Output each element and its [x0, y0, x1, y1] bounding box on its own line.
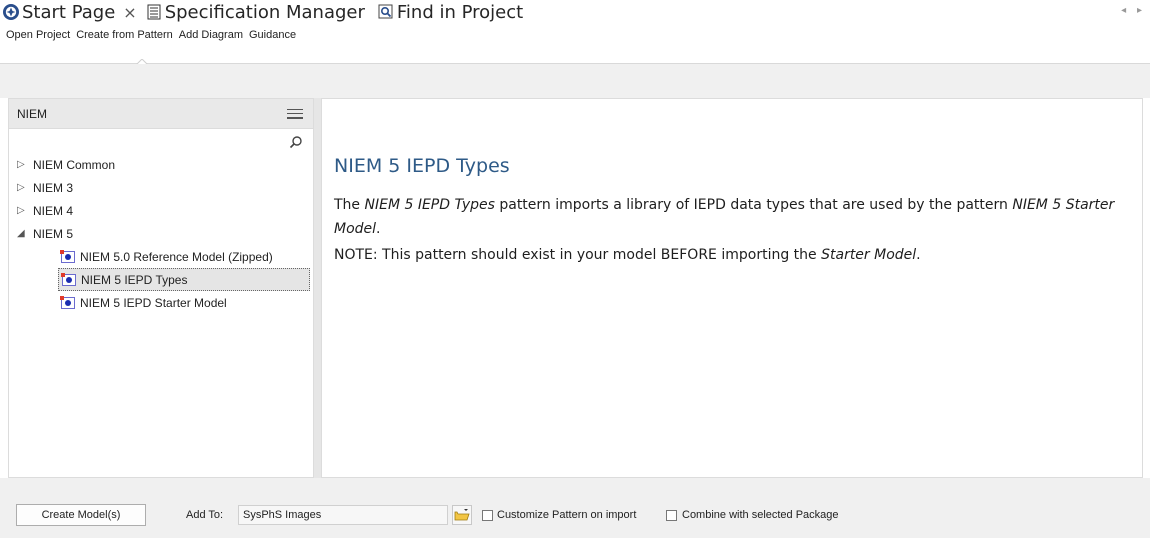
note-paragraph: NOTE: This pattern should exist in your … [334, 243, 1134, 267]
tree-node-label: NIEM 4 [33, 203, 74, 218]
tree-node-niem-5[interactable]: ◢ NIEM 5 [9, 222, 313, 245]
tree-item-label: NIEM 5.0 Reference Model (Zipped) [80, 249, 273, 264]
tab-specification-manager[interactable]: Specification Manager [143, 0, 375, 24]
pattern-description-panel: NIEM 5 IEPD Types The NIEM 5 IEPD Types … [321, 98, 1143, 478]
tree-header: NIEM [9, 99, 313, 129]
search-icon[interactable] [289, 135, 303, 149]
tab-label: Find in Project [396, 1, 524, 23]
tab-bar: Start Page × Specification Manager Find … [0, 0, 1150, 24]
combine-package-checkbox[interactable] [666, 510, 677, 521]
add-to-field[interactable]: SysPhS Images [238, 505, 448, 525]
pane-splitter[interactable] [314, 98, 321, 478]
text: . [376, 221, 381, 237]
customize-pattern-checkbox[interactable] [482, 510, 493, 521]
pattern-tree-panel: NIEM ▷ NIEM Common ▷ NIEM 3 ▷ NIEM 4 ◢ N… [8, 98, 314, 478]
text: The [334, 197, 365, 213]
tree-node-niem-3[interactable]: ▷ NIEM 3 [9, 176, 313, 199]
tree-node-label: NIEM 3 [33, 180, 74, 195]
tree-item-label: NIEM 5 IEPD Starter Model [80, 295, 227, 310]
guidance-link[interactable]: Guidance [246, 27, 299, 43]
text: NOTE: This pattern should exist in your … [334, 247, 822, 263]
tree-node-niem-common[interactable]: ▷ NIEM Common [9, 153, 313, 176]
tab-label: Start Page [22, 1, 116, 23]
start-page-icon [2, 3, 20, 21]
combine-package-label: Combine with selected Package [682, 509, 839, 521]
tab-start-page[interactable]: Start Page × [0, 0, 143, 24]
pattern-name-em: Starter Model [821, 247, 917, 263]
start-page-toolbar: Open Project Create from Pattern Add Dia… [0, 24, 1150, 65]
pattern-package-icon [60, 249, 75, 263]
pattern-title: NIEM 5 IEPD Types [334, 155, 510, 177]
text: pattern imports a library of IEPD data t… [494, 197, 1013, 213]
menu-icon[interactable] [287, 108, 303, 119]
description-paragraph: The NIEM 5 IEPD Types pattern imports a … [334, 193, 1134, 241]
pattern-name-em: NIEM 5 IEPD Types [364, 197, 495, 213]
tree-node-label: NIEM Common [33, 157, 116, 172]
add-to-label: Add To: [186, 509, 224, 521]
add-diagram-link[interactable]: Add Diagram [176, 27, 246, 43]
tab-label: Specification Manager [164, 1, 365, 23]
pattern-tree: ▷ NIEM Common ▷ NIEM 3 ▷ NIEM 4 ◢ NIEM 5… [9, 153, 313, 314]
folder-open-icon[interactable] [452, 505, 472, 525]
tab-scroll-arrows-icon[interactable]: ◂ ▸ [1121, 5, 1146, 16]
collapse-arrow-icon[interactable]: ◢ [17, 228, 33, 239]
tab-find-in-project[interactable]: Find in Project [375, 0, 523, 24]
close-icon[interactable]: × [123, 3, 136, 22]
text: . [916, 247, 921, 263]
tree-header-title: NIEM [17, 106, 47, 121]
pattern-description: The NIEM 5 IEPD Types pattern imports a … [334, 193, 1134, 269]
find-in-project-icon [377, 3, 395, 21]
tree-item-niem-5-iepd-types[interactable]: NIEM 5 IEPD Types [58, 268, 310, 291]
create-from-pattern-link[interactable]: Create from Pattern [73, 27, 176, 43]
create-models-button[interactable]: Create Model(s) [16, 504, 146, 526]
tree-node-label: NIEM 5 [33, 226, 74, 241]
tree-node-niem-4[interactable]: ▷ NIEM 4 [9, 199, 313, 222]
customize-pattern-label: Customize Pattern on import [497, 509, 637, 521]
tree-item-niem-5-iepd-starter-model[interactable]: NIEM 5 IEPD Starter Model [9, 291, 313, 314]
expand-arrow-icon[interactable]: ▷ [17, 182, 33, 193]
open-project-link[interactable]: Open Project [3, 27, 73, 43]
pattern-package-icon [60, 295, 75, 309]
tree-item-label: NIEM 5 IEPD Types [81, 272, 188, 287]
header-band [0, 64, 1150, 98]
spec-manager-icon [145, 3, 163, 21]
tree-item-niem-5-reference-model[interactable]: NIEM 5.0 Reference Model (Zipped) [9, 245, 313, 268]
bottom-action-bar: Create Model(s) Add To: SysPhS Images Cu… [0, 478, 1150, 538]
pattern-package-icon [61, 272, 76, 286]
expand-arrow-icon[interactable]: ▷ [17, 205, 33, 216]
expand-arrow-icon[interactable]: ▷ [17, 159, 33, 170]
